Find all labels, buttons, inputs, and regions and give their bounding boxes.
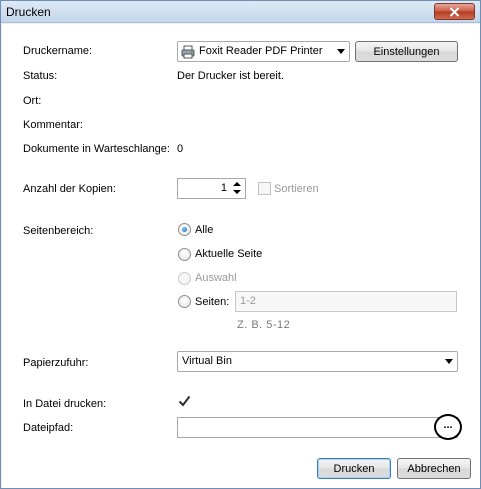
radio-pages[interactable] — [178, 295, 191, 308]
radio-all-label: Alle — [195, 224, 214, 236]
radio-current-page[interactable] — [178, 248, 191, 261]
radio-selection[interactable] — [178, 272, 191, 285]
close-button[interactable] — [434, 3, 475, 20]
chevron-up-icon[interactable] — [233, 182, 241, 186]
pages-hint: Z. B. 5-12 — [237, 319, 291, 331]
copies-label: Anzahl der Kopien: — [23, 183, 116, 195]
page-range-label: Seitenbereich: — [23, 225, 94, 237]
dialog-body: Druckername: Foxit Reader PDF Printer Ei… — [2, 24, 480, 488]
cancel-button[interactable]: Abbrechen — [397, 458, 471, 479]
pages-input-value: 1-2 — [240, 295, 256, 307]
chevron-down-icon — [445, 359, 453, 364]
browse-button[interactable]: ... — [434, 414, 462, 440]
window-title: Drucken — [6, 5, 51, 19]
print-button[interactable]: Drucken — [317, 458, 391, 479]
radio-current-page-label: Aktuelle Seite — [195, 248, 263, 260]
chevron-down-icon — [337, 49, 345, 54]
paper-source-label: Papierzufuhr: — [23, 357, 89, 369]
chevron-down-icon[interactable] — [233, 190, 241, 194]
title-bar[interactable]: Drucken — [1, 1, 480, 23]
print-to-file-label: In Datei drucken: — [23, 398, 107, 410]
settings-button[interactable]: Einstellungen — [355, 41, 458, 62]
printer-select-value: Foxit Reader PDF Printer — [199, 45, 323, 57]
checkmark-icon — [178, 395, 191, 407]
file-path-input[interactable] — [177, 417, 458, 438]
queue-value: 0 — [177, 143, 184, 155]
status-value: Der Drucker ist bereit. — [177, 70, 284, 82]
printer-icon — [181, 45, 195, 59]
collate-checkbox[interactable] — [258, 182, 271, 195]
collate-label: Sortieren — [274, 183, 319, 195]
radio-all[interactable] — [178, 223, 191, 236]
spin-arrows[interactable] — [231, 180, 243, 197]
file-path-label: Dateipfad: — [23, 422, 74, 434]
location-label: Ort: — [23, 95, 42, 107]
queue-label: Dokumente in Warteschlange: — [23, 143, 170, 155]
copies-stepper[interactable]: 1 — [177, 178, 246, 199]
radio-selection-label: Auswahl — [195, 272, 237, 284]
printer-select[interactable]: Foxit Reader PDF Printer — [177, 41, 350, 62]
printer-name-label: Druckername: — [23, 45, 93, 57]
pages-input[interactable]: 1-2 — [235, 291, 457, 312]
comment-label: Kommentar: — [23, 119, 83, 131]
paper-source-value: Virtual Bin — [182, 355, 232, 367]
copies-value: 1 — [220, 182, 227, 194]
status-label: Status: — [23, 70, 58, 82]
print-to-file-checkbox[interactable] — [178, 395, 191, 408]
ellipsis-icon: ... — [443, 418, 453, 431]
print-dialog: Drucken Druckername: Foxit Reader PDF Pr… — [0, 0, 481, 489]
paper-source-select[interactable]: Virtual Bin — [177, 351, 458, 372]
close-icon — [449, 6, 460, 17]
radio-pages-label: Seiten: — [195, 296, 230, 308]
